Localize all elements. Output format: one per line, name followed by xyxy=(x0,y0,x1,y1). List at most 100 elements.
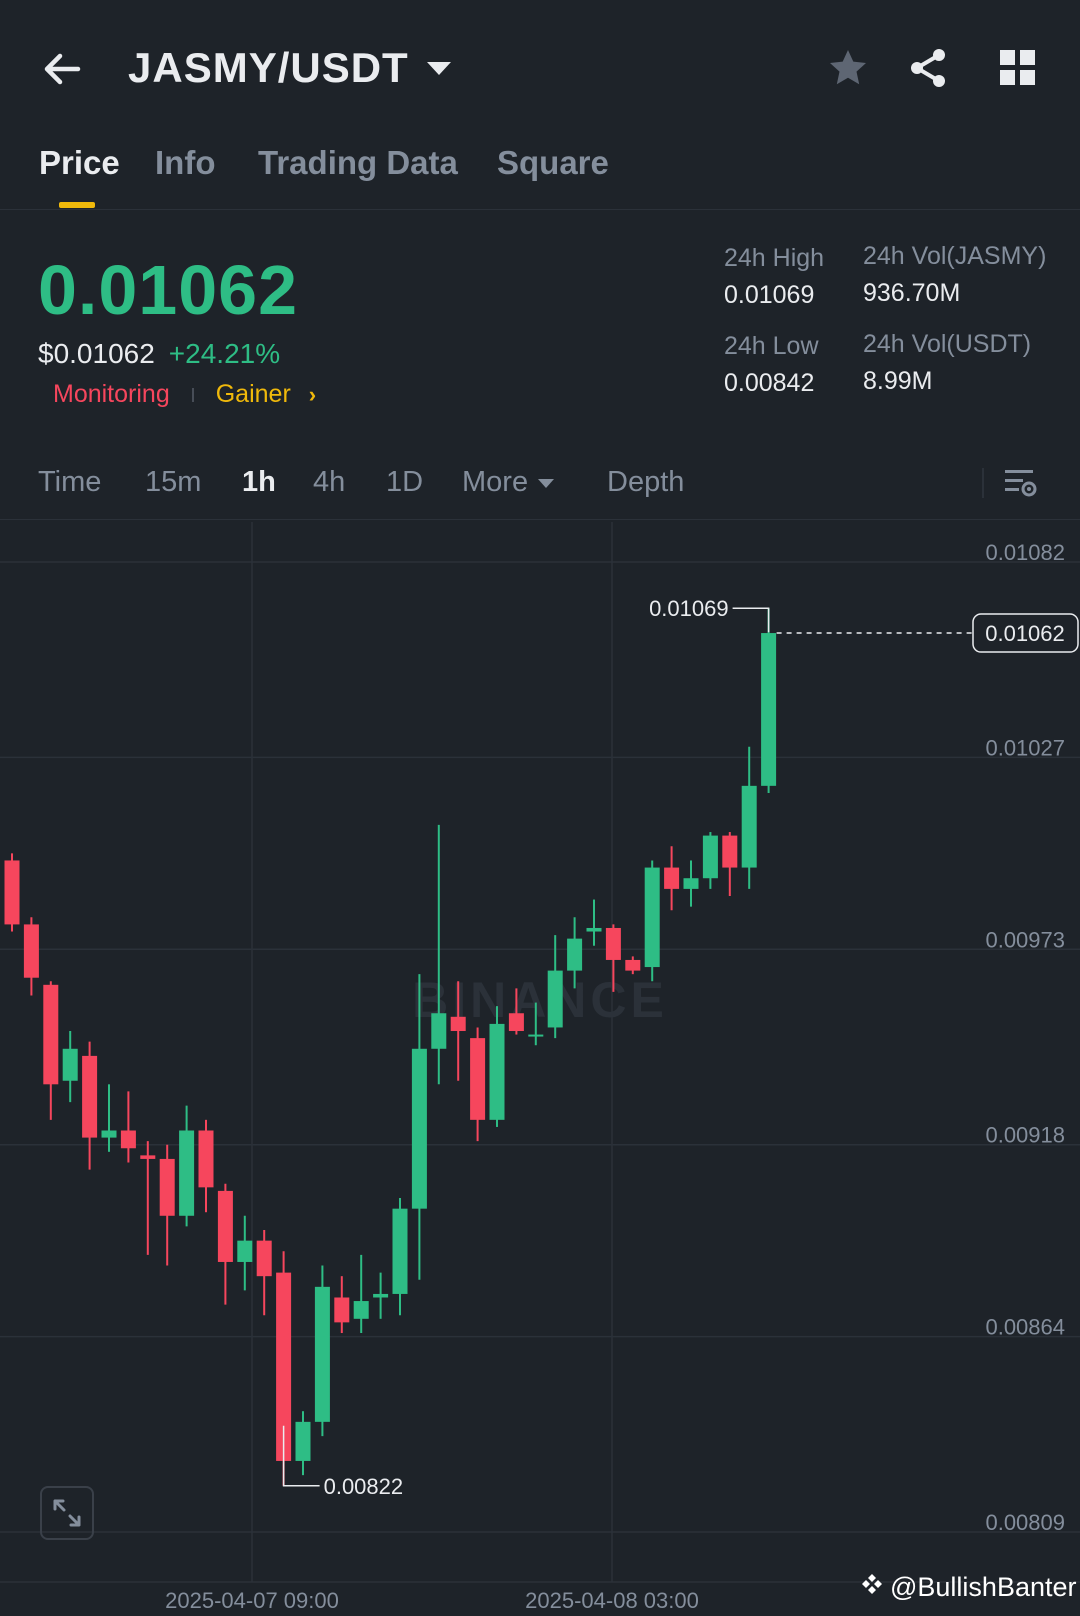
candle-body xyxy=(702,835,718,879)
candle-body xyxy=(314,1286,330,1422)
stat-label: 24h High xyxy=(724,244,825,272)
y-tick-label: 0.00973 xyxy=(985,927,1065,952)
interval-depth[interactable]: Depth xyxy=(607,466,684,499)
candle-body xyxy=(586,927,602,932)
tags-row: Monitoring Gainer › xyxy=(53,380,316,409)
interval-more-label: More xyxy=(462,466,529,498)
stat-24h-vol-quote: 24h Vol(USDT) 8.99M xyxy=(863,330,1031,396)
main-tabs: Price Info Trading Data Square xyxy=(0,140,1080,210)
tag-monitoring[interactable]: Monitoring xyxy=(53,380,170,409)
candle-body xyxy=(683,878,699,889)
interval-1h[interactable]: 1h xyxy=(242,466,276,499)
chevron-down-icon xyxy=(426,61,451,75)
candle-body xyxy=(140,1155,156,1159)
tag-gainer-label: Gainer xyxy=(215,380,291,408)
chevron-down-icon xyxy=(538,478,555,488)
stat-label: 24h Vol(JASMY) xyxy=(863,242,1047,270)
y-tick-label: 0.00809 xyxy=(985,1510,1065,1535)
candle-body xyxy=(256,1240,272,1277)
star-icon[interactable] xyxy=(826,46,870,90)
candle-body xyxy=(722,835,738,868)
candle-body xyxy=(470,1038,486,1120)
high-marker-line xyxy=(732,607,770,633)
chart-settings-icon[interactable] xyxy=(1002,464,1040,502)
stat-24h-low: 24h Low 0.00842 xyxy=(724,332,819,398)
candle-body xyxy=(605,927,621,960)
divider xyxy=(982,468,984,498)
candle-body xyxy=(761,633,777,786)
credit-tag: @BullishBanter xyxy=(860,1572,1077,1603)
stat-24h-vol-base: 24h Vol(JASMY) 936.70M xyxy=(863,242,1046,308)
stat-value: 936.70M xyxy=(863,279,961,307)
stat-value: 8.99M xyxy=(863,367,933,395)
price-change: +24.21% xyxy=(168,338,281,369)
divider xyxy=(191,387,194,402)
candle-body xyxy=(217,1190,233,1262)
y-tick-label: 0.01082 xyxy=(985,540,1065,565)
stat-label: 24h Low xyxy=(724,332,819,360)
candle-body xyxy=(664,867,680,889)
candle-body xyxy=(625,959,641,971)
back-arrow-icon[interactable] xyxy=(38,44,88,94)
candle-body xyxy=(198,1130,214,1188)
credit-text: @BullishBanter xyxy=(890,1572,1077,1602)
candle-body xyxy=(120,1130,136,1149)
candle-body xyxy=(411,1048,427,1209)
interval-1d[interactable]: 1D xyxy=(386,466,423,499)
candle-body xyxy=(644,867,660,968)
high-marker-label: 0.01069 xyxy=(649,596,729,621)
y-tick-label: 0.01027 xyxy=(985,735,1065,760)
watermark: BINANCE xyxy=(412,972,668,1028)
usd-price: $0.01062 xyxy=(38,338,155,369)
grid-icon[interactable] xyxy=(996,46,1040,90)
candlestick-chart[interactable]: BINANCE 0.01082 0.01027 0.00973 0.00918 0.00… xyxy=(0,522,1080,1616)
pair-selector[interactable]: JASMY/USDT xyxy=(128,44,451,92)
low-marker-label: 0.00822 xyxy=(324,1474,404,1499)
candle-body xyxy=(334,1297,350,1323)
tab-square[interactable]: Square xyxy=(497,144,609,182)
interval-15m[interactable]: 15m xyxy=(145,466,201,499)
candle-body xyxy=(489,1023,505,1120)
candle-body xyxy=(62,1048,78,1081)
candle-body xyxy=(450,1016,466,1032)
tab-price[interactable]: Price xyxy=(39,144,120,182)
chevron-right-icon: › xyxy=(308,381,317,407)
pair-title: JASMY/USDT xyxy=(128,44,409,91)
candle-body xyxy=(43,984,59,1085)
tag-gainer[interactable]: Gainer › xyxy=(216,380,316,409)
candle-body xyxy=(4,860,20,925)
candle-body xyxy=(101,1130,117,1138)
usd-price-line: $0.01062 +24.21% xyxy=(38,338,280,370)
candle-body xyxy=(353,1301,369,1319)
y-tick-label: 0.00918 xyxy=(985,1123,1065,1148)
candle-body xyxy=(567,938,583,971)
x-tick-label: 2025-04-08 03:00 xyxy=(525,1588,699,1613)
active-tab-indicator xyxy=(59,202,95,208)
candle-body xyxy=(237,1240,253,1262)
candle-body xyxy=(295,1421,311,1461)
binance-logo-icon xyxy=(860,1572,884,1603)
share-icon[interactable] xyxy=(906,46,950,90)
candle-body xyxy=(392,1208,408,1294)
stat-value: 0.01069 xyxy=(724,281,815,309)
candle-body xyxy=(373,1293,389,1298)
stat-label: 24h Vol(USDT) xyxy=(863,330,1032,358)
tab-trading-data[interactable]: Trading Data xyxy=(258,144,458,182)
candle-body xyxy=(431,1013,447,1049)
interval-time[interactable]: Time xyxy=(38,466,101,499)
x-tick-label: 2025-04-07 09:00 xyxy=(165,1588,339,1613)
candle-body xyxy=(741,785,757,868)
candle-body xyxy=(179,1130,195,1216)
last-price: 0.01062 xyxy=(38,251,299,329)
candle-body xyxy=(528,1034,544,1037)
interval-more[interactable]: More xyxy=(462,466,555,499)
expand-icon[interactable] xyxy=(40,1486,94,1540)
candle-body xyxy=(159,1158,175,1216)
candle-body xyxy=(82,1055,98,1138)
interval-4h[interactable]: 4h xyxy=(313,466,345,499)
tab-info[interactable]: Info xyxy=(155,144,215,182)
y-tick-label: 0.00864 xyxy=(985,1315,1065,1340)
top-bar: JASMY/USDT xyxy=(0,0,1080,140)
candle-body xyxy=(547,970,563,1028)
candle-body xyxy=(23,924,39,978)
